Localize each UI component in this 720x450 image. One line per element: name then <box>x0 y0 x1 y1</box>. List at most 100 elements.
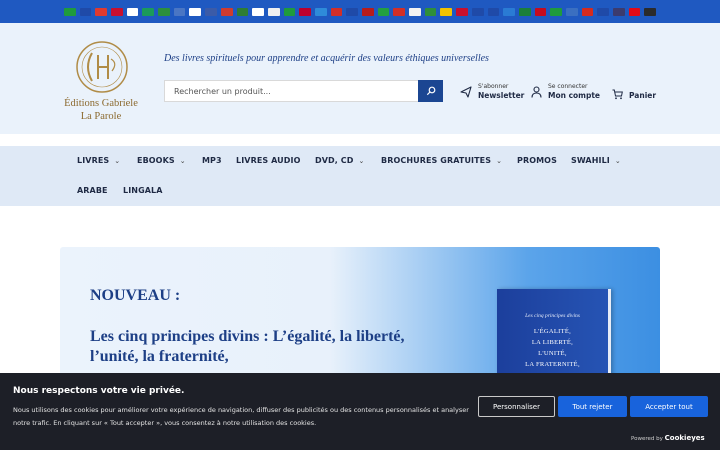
language-flag-icon[interactable] <box>220 7 233 16</box>
language-flag-icon[interactable] <box>628 7 641 16</box>
search-input[interactable] <box>164 80 419 102</box>
cookie-title: Nous respectons votre vie privée. <box>13 386 185 396</box>
cookie-consent-banner: Nous respectons votre vie privée. Nous u… <box>0 373 720 450</box>
cookie-description: Nous utilisons des cookies pour améliore… <box>13 406 469 427</box>
nav-item-lingala[interactable]: LINGALA <box>123 186 163 195</box>
language-flag-icon[interactable] <box>158 7 170 16</box>
nav-label: PROMOS <box>517 156 557 165</box>
cart-icon <box>612 89 623 99</box>
powered-by[interactable]: Powered by Cookieyes <box>631 434 705 442</box>
powered-by-label: Powered by <box>631 436 663 442</box>
newsletter-label: Newsletter <box>478 91 525 100</box>
nav-label: DVD, CD <box>315 156 354 165</box>
site-tagline: Des livres spirituels pour apprendre et … <box>164 53 489 64</box>
book-cover-line: LA FRATERNITÉ, <box>525 361 580 368</box>
search-button[interactable] <box>418 80 443 102</box>
nav-item-promos[interactable]: PROMOS <box>517 156 557 165</box>
language-flag-icon[interactable] <box>581 7 594 16</box>
nav-item-livres-audio[interactable]: LIVRES AUDIO <box>236 156 301 165</box>
language-flag-icon[interactable] <box>205 7 217 16</box>
language-flag-icon[interactable] <box>440 7 453 16</box>
language-flag-icon[interactable] <box>487 7 500 16</box>
language-flag-icon[interactable] <box>142 7 155 16</box>
chevron-down-icon: ⌄ <box>614 156 621 165</box>
nav-item-dvd-cd[interactable]: DVD, CD ⌄ <box>315 156 364 165</box>
nav-item-swahili[interactable]: SWAHILI ⌄ <box>571 156 621 165</box>
user-icon <box>531 86 542 98</box>
language-flag-icon[interactable] <box>173 7 186 16</box>
send-icon <box>460 86 472 98</box>
language-flag-icon[interactable] <box>189 7 202 16</box>
nav-item-brochures[interactable]: BROCHURES GRATUITES ⌄ <box>381 156 502 165</box>
nav-item-ebooks[interactable]: EBOOKS ⌄ <box>137 156 186 165</box>
language-flag-icon[interactable] <box>236 7 249 16</box>
language-flag-icon[interactable] <box>518 7 531 16</box>
language-flag-icon[interactable] <box>424 7 437 16</box>
logo-line-1: Éditions Gabriele <box>64 98 138 109</box>
language-flag-icon[interactable] <box>267 7 280 16</box>
language-flag-icon[interactable] <box>362 7 374 16</box>
language-flag-icon[interactable] <box>377 7 390 16</box>
nav-label: ARABE <box>77 186 108 195</box>
language-flag-icon[interactable] <box>613 7 625 16</box>
cart-label: Panier <box>629 91 657 100</box>
book-cover-line: L'UNITÉ, <box>538 350 567 357</box>
reject-all-button[interactable]: Tout rejeter <box>558 396 627 417</box>
language-flag-icon[interactable] <box>283 7 296 16</box>
hero-label: NOUVEAU : <box>90 287 181 304</box>
cart-link[interactable]: Panier <box>612 87 656 101</box>
language-flag-icon[interactable] <box>550 7 562 16</box>
chevron-down-icon: ⌄ <box>358 156 365 165</box>
account-small-label: Se connecter <box>548 83 588 90</box>
cookieyes-logo: Cookieyes <box>664 434 705 442</box>
chevron-down-icon: ⌄ <box>114 156 121 165</box>
book-cover-line: LA LIBERTÉ, <box>531 339 574 346</box>
main-navigation <box>0 146 720 206</box>
language-flag-icon[interactable] <box>79 7 92 16</box>
nav-item-livres[interactable]: LIVRES ⌄ <box>77 156 120 165</box>
nav-label: SWAHILI <box>571 156 610 165</box>
book-cover-line: L'ÉGALITÉ, <box>533 328 572 335</box>
nav-label: LIVRES <box>77 156 110 165</box>
language-flag-icon[interactable] <box>534 7 547 16</box>
language-flag-icon[interactable] <box>409 7 421 16</box>
language-flag-icon[interactable] <box>644 7 657 16</box>
nav-item-arabe[interactable]: ARABE <box>77 186 108 195</box>
nav-label: BROCHURES GRATUITES <box>381 156 492 165</box>
newsletter-link[interactable]: S'abonner Newsletter <box>460 83 524 101</box>
nav-label: MP3 <box>202 156 222 165</box>
customize-button[interactable]: Personnaliser <box>478 396 555 417</box>
language-flag-icon[interactable] <box>393 7 406 16</box>
newsletter-small-label: S'abonner <box>478 83 509 90</box>
account-label: Mon compte <box>548 91 601 100</box>
language-flag-icon[interactable] <box>597 7 609 16</box>
nav-label: LINGALA <box>123 186 163 195</box>
language-flag-icon[interactable] <box>456 7 468 16</box>
language-flag-icon[interactable] <box>95 7 107 16</box>
hero-banner[interactable]: NOUVEAU : Les cinq principes divins : L’… <box>60 247 660 387</box>
language-flag-icon[interactable] <box>503 7 515 16</box>
language-flag-icon[interactable] <box>346 7 358 16</box>
language-flag-icon[interactable] <box>330 7 343 16</box>
chevron-down-icon: ⌄ <box>496 156 503 165</box>
language-flag-icon[interactable] <box>126 7 139 16</box>
logo-text[interactable]: Éditions Gabriele La Parole <box>58 98 144 123</box>
nav-label: LIVRES AUDIO <box>236 156 301 165</box>
nav-item-mp3[interactable]: MP3 <box>202 156 222 165</box>
language-flag-icon[interactable] <box>314 7 327 16</box>
nav-label: EBOOKS <box>137 156 175 165</box>
language-flag-icon[interactable] <box>565 7 578 16</box>
book-subtitle: Les cinq principes divins <box>525 313 580 319</box>
language-flag-icon[interactable] <box>299 7 311 16</box>
language-flag-bar <box>0 0 720 23</box>
language-flag-icon[interactable] <box>252 7 264 16</box>
logo-line-2: La Parole <box>80 110 122 122</box>
search-icon <box>426 86 435 96</box>
chevron-down-icon: ⌄ <box>179 156 186 165</box>
language-flag-icon[interactable] <box>471 7 484 16</box>
language-flag-icon[interactable] <box>63 7 76 16</box>
accept-all-button[interactable]: Accepter tout <box>630 396 708 417</box>
language-flag-icon[interactable] <box>111 7 123 16</box>
account-link[interactable]: Se connecter Mon compte <box>531 83 600 101</box>
hero-title: Les cinq principes divins : L’égalité, l… <box>90 328 405 365</box>
